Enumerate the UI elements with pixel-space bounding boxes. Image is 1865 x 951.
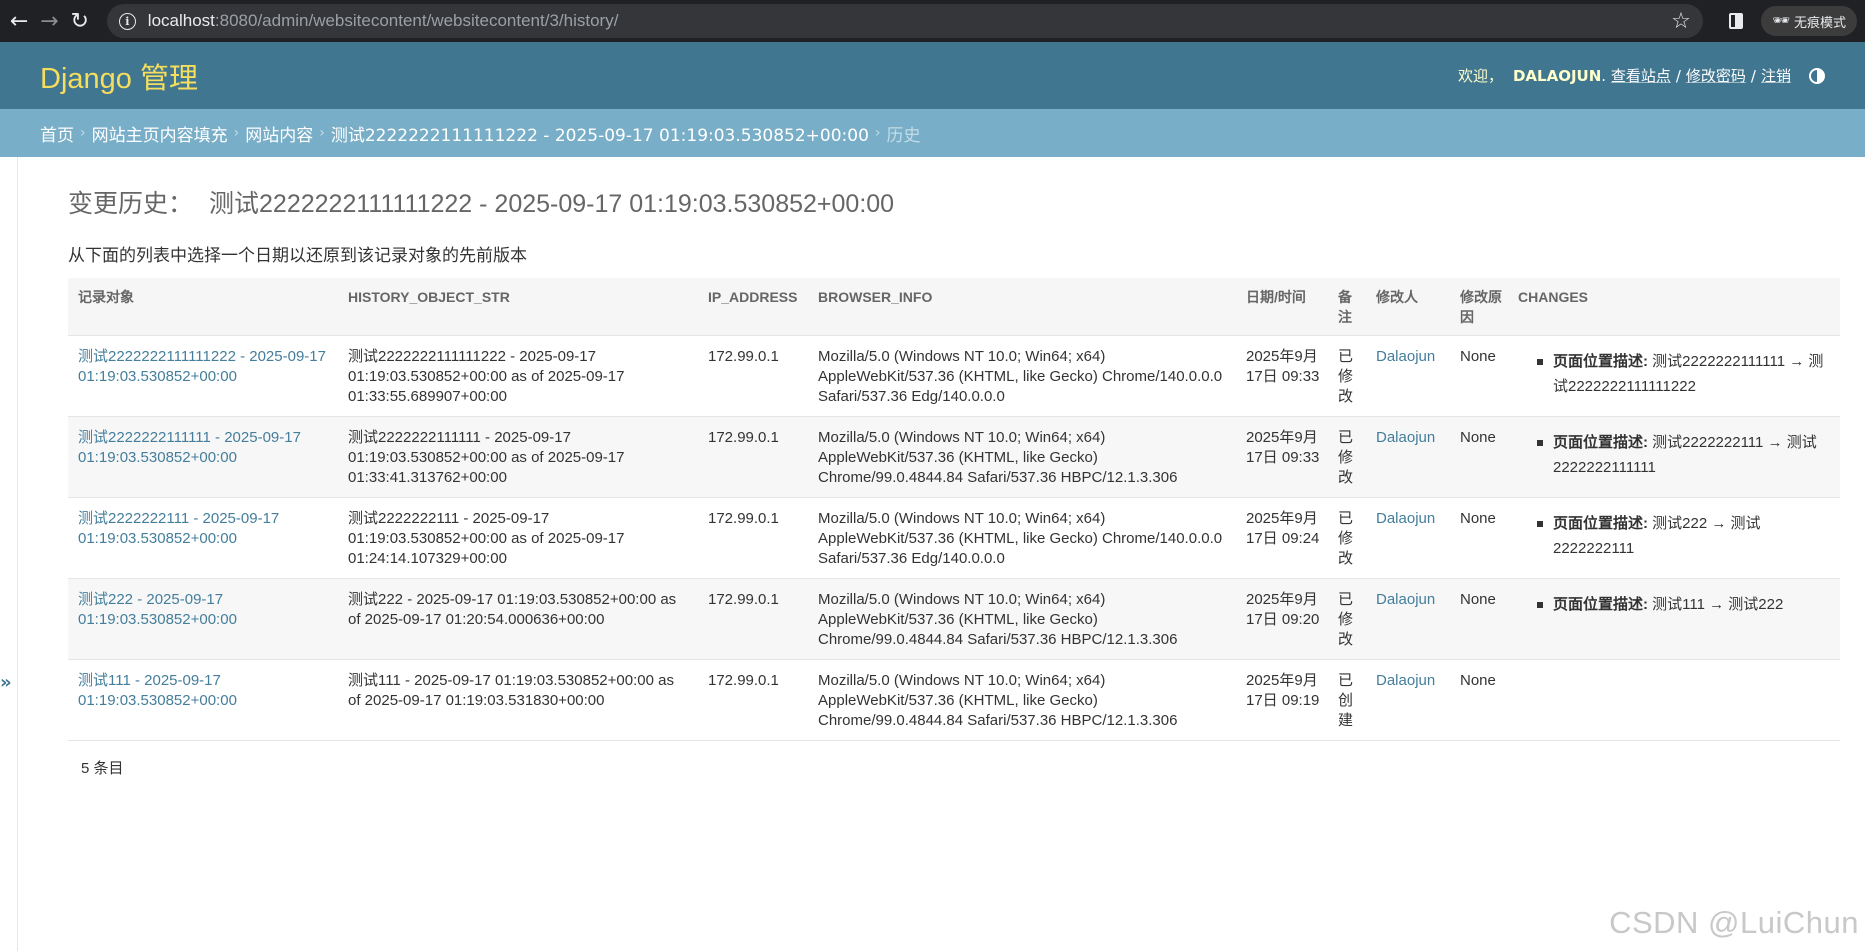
instructions: 从下面的列表中选择一个日期以还原到该记录对象的先前版本 [68,246,527,265]
table-row: 测试2222222111 - 2025-09-17 01:19:03.53085… [68,497,1840,579]
breadcrumb-model[interactable]: 网站内容 [245,121,313,146]
ip-cell: 172.99.0.1 [698,335,808,417]
site-header: Django 管理 欢迎， DALAOJUN . 查看站点 / 修改密码 / 注… [0,42,1865,109]
history-str-cell: 测试2222222111 - 2025-09-17 01:19:03.53085… [338,497,698,579]
table-row: 测试111 - 2025-09-17 01:19:03.530852+00:00… [68,659,1840,741]
user-link[interactable]: Dalaojun [1376,510,1435,527]
user-link[interactable]: Dalaojun [1376,591,1435,608]
header-note: 备注 [1328,278,1366,336]
object-link[interactable]: 测试222 - 2025-09-17 01:19:03.530852+00:00 [78,591,237,628]
browser-toolbar: ← → ↻ i localhost:8080/admin/websitecont… [0,0,1865,42]
user-link[interactable]: Dalaojun [1376,348,1435,365]
changes-cell [1508,659,1840,741]
page-title: 变更历史： 测试2222222111111222 - 2025-09-17 01:… [68,190,895,218]
welcome-text: 欢迎， [1457,67,1503,85]
note-cell: 已修改 [1328,497,1366,579]
incognito-icon: 🕶 [1772,13,1790,29]
date-cell: 2025年9月17日 09:20 [1236,578,1328,660]
object-link[interactable]: 测试2222222111 - 2025-09-17 01:19:03.53085… [78,510,279,547]
note-cell: 已修改 [1328,335,1366,417]
history-str-cell: 测试2222222111111222 - 2025-09-17 01:19:03… [338,335,698,417]
reason-cell: None [1450,659,1508,741]
reload-icon[interactable]: ↻ [69,6,91,36]
header-reason: 修改原因 [1450,278,1508,336]
reason-cell: None [1450,497,1508,579]
change-item: 页面位置描述: 测试2222222111 → 测试2222222111111 [1532,430,1832,480]
address-bar[interactable]: i localhost:8080/admin/websitecontent/we… [106,4,1703,38]
history-str-cell: 测试111 - 2025-09-17 01:19:03.530852+00:00… [338,659,698,741]
star-icon[interactable]: ☆ [1671,9,1691,34]
note-cell: 已修改 [1328,416,1366,498]
browser-cell: Mozilla/5.0 (Windows NT 10.0; Win64; x64… [808,497,1236,579]
table-row: 测试2222222111111222 - 2025-09-17 01:19:03… [68,335,1840,417]
header-ip: IP_ADDRESS [698,278,808,336]
changes-cell: 页面位置描述: 测试111 → 测试222 [1508,578,1840,660]
user-link[interactable]: Dalaojun [1376,429,1435,446]
header-history-str: HISTORY_OBJECT_STR [338,278,698,336]
change-item: 页面位置描述: 测试111 → 测试222 [1532,592,1832,617]
watermark: CSDN @LuiChun [1609,905,1859,940]
breadcrumb-current: 历史 [886,125,921,146]
table-row: 测试2222222111111 - 2025-09-17 01:19:03.53… [68,416,1840,498]
ip-cell: 172.99.0.1 [698,659,808,741]
breadcrumb: 首页 › 网站主页内容填充 › 网站内容 › 测试222222211111122… [0,109,1865,157]
header-browser: BROWSER_INFO [808,278,1236,336]
browser-cell: Mozilla/5.0 (Windows NT 10.0; Win64; x64… [808,335,1236,417]
object-link[interactable]: 测试2222222111111222 - 2025-09-17 01:19:03… [78,348,326,385]
user-tools: 欢迎， DALAOJUN . 查看站点 / 修改密码 / 注销 [1458,65,1825,86]
theme-toggle-icon[interactable] [1809,67,1825,84]
reason-cell: None [1450,335,1508,417]
paginator: 5 条目 [81,760,124,777]
object-link[interactable]: 测试111 - 2025-09-17 01:19:03.530852+00:00 [78,672,237,709]
reason-cell: None [1450,416,1508,498]
history-table: 记录对象 HISTORY_OBJECT_STR IP_ADDRESS BROWS… [68,278,1840,741]
table-row: 测试222 - 2025-09-17 01:19:03.530852+00:00… [68,578,1840,660]
changes-cell: 页面位置描述: 测试2222222111 → 测试2222222111111 [1508,416,1840,498]
object-link[interactable]: 测试2222222111111 - 2025-09-17 01:19:03.53… [78,429,301,466]
logout-link[interactable]: 注销 [1761,65,1791,86]
info-icon[interactable]: i [118,12,136,30]
user-link[interactable]: Dalaojun [1376,672,1435,689]
ip-cell: 172.99.0.1 [698,416,808,498]
url-text[interactable]: localhost:8080/admin/websitecontent/webs… [148,11,619,31]
header-user: 修改人 [1366,278,1450,336]
history-str-cell: 测试2222222111111 - 2025-09-17 01:19:03.53… [338,416,698,498]
site-brand[interactable]: Django 管理 [40,55,198,97]
header-date: 日期/时间 [1236,278,1328,336]
arrow-right-icon[interactable]: → [38,6,60,36]
table-header-row: 记录对象 HISTORY_OBJECT_STR IP_ADDRESS BROWS… [68,278,1840,336]
breadcrumb-object[interactable]: 测试2222222111111222 - 2025-09-17 01:19:03… [331,121,869,146]
breadcrumb-app[interactable]: 网站主页内容填充 [92,121,228,146]
side-panel-icon[interactable] [1728,13,1744,29]
arrow-left-icon[interactable]: ← [8,6,30,36]
ip-cell: 172.99.0.1 [698,578,808,660]
history-str-cell: 测试222 - 2025-09-17 01:19:03.530852+00:00… [338,578,698,660]
breadcrumb-home[interactable]: 首页 [40,121,74,146]
date-cell: 2025年9月17日 09:33 [1236,416,1328,498]
reason-cell: None [1450,578,1508,660]
nav-sidebar-rail [0,157,18,951]
view-site-link[interactable]: 查看站点 [1611,65,1671,86]
header-object: 记录对象 [68,278,338,336]
username: DALAOJUN [1512,66,1602,85]
note-cell: 已修改 [1328,578,1366,660]
change-item: 页面位置描述: 测试222 → 测试2222222111 [1532,511,1832,561]
browser-cell: Mozilla/5.0 (Windows NT 10.0; Win64; x64… [808,578,1236,660]
date-cell: 2025年9月17日 09:33 [1236,335,1328,417]
browser-cell: Mozilla/5.0 (Windows NT 10.0; Win64; x64… [808,416,1236,498]
note-cell: 已创建 [1328,659,1366,741]
ip-cell: 172.99.0.1 [698,497,808,579]
changes-cell: 页面位置描述: 测试222 → 测试2222222111 [1508,497,1840,579]
browser-cell: Mozilla/5.0 (Windows NT 10.0; Win64; x64… [808,659,1236,741]
header-changes: CHANGES [1508,278,1840,336]
sidebar-toggle-icon[interactable]: » [0,672,12,693]
change-item: 页面位置描述: 测试2222222111111 → 测试222222211111… [1532,349,1832,399]
date-cell: 2025年9月17日 09:24 [1236,497,1328,579]
main-content: 变更历史： 测试2222222111111222 - 2025-09-17 01:… [68,157,1840,778]
date-cell: 2025年9月17日 09:19 [1236,659,1328,741]
incognito-badge[interactable]: 🕶 无痕模式 [1761,6,1857,36]
change-password-link[interactable]: 修改密码 [1686,65,1746,86]
changes-cell: 页面位置描述: 测试2222222111111 → 测试222222211111… [1508,335,1840,417]
